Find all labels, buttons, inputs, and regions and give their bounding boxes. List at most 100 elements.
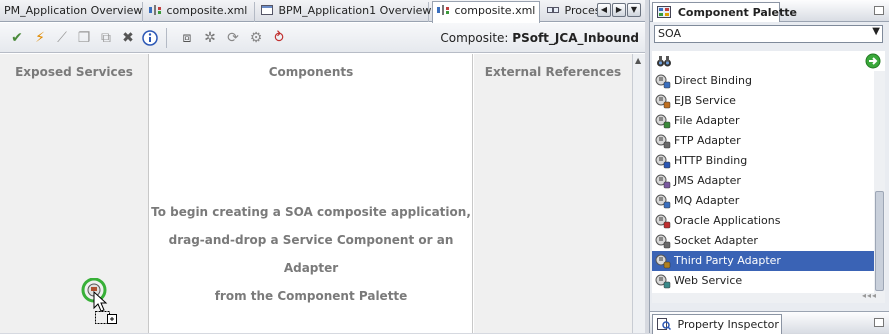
tab-label: BPM_Application1 Overview: [278, 4, 432, 17]
exposed-services-header: Exposed Services: [15, 65, 133, 79]
palette-item-label: Direct Binding: [674, 74, 752, 87]
binoculars-search-icon[interactable]: [656, 53, 672, 69]
palette-search-row: [652, 51, 885, 71]
third-party-adapter-icon: [655, 254, 671, 269]
composite-name-value: PSoft_JCA_Inbound: [512, 31, 639, 45]
palette-resize-grip[interactable]: ◂◂◂: [652, 291, 885, 303]
wire-icon[interactable]: ⟋: [53, 29, 71, 47]
oracle-applications-icon: [655, 214, 671, 229]
component-palette-title: Component Palette: [677, 6, 797, 19]
settings-icon[interactable]: ⚙: [247, 29, 265, 47]
web-service-icon: [655, 274, 671, 289]
composite-file-icon: [149, 5, 161, 15]
process-icon: [547, 7, 559, 13]
component-palette-tab[interactable]: Component Palette: [652, 2, 797, 22]
palette-item[interactable]: Socket Adapter: [652, 231, 874, 251]
ftp-adapter-icon: [655, 134, 671, 149]
go-arrow-icon[interactable]: [865, 53, 881, 69]
tab-label: composite.xml: [454, 4, 536, 17]
palette-item-label: Oracle Applications: [674, 214, 781, 227]
tab-list-dropdown-button[interactable]: ▼: [627, 3, 641, 17]
palette-item[interactable]: Oracle Applications: [652, 211, 874, 231]
palette-item[interactable]: File Adapter: [652, 111, 874, 131]
layout-icon[interactable]: ✲: [201, 29, 219, 47]
test-icon[interactable]: ⧈: [178, 29, 196, 47]
palette-item-label: Web Service: [674, 274, 743, 287]
palette-item[interactable]: Third Party Adapter: [652, 251, 874, 271]
palette-item-label: Third Party Adapter: [674, 254, 781, 267]
palette-item-label: MQ Adapter: [674, 194, 740, 207]
tab-composite-xml-active[interactable]: composite.xml: [432, 1, 540, 23]
validate-icon[interactable]: ✔: [8, 29, 26, 47]
component-palette-panel: Component Palette SOA ▼ Direct Binding EJ…: [649, 0, 889, 334]
palette-category-value: SOA: [658, 27, 681, 40]
minimize-panel-button[interactable]: [874, 6, 884, 15]
palette-item-label: HTTP Binding: [674, 154, 748, 167]
tab-scroll-left-button[interactable]: ◀: [597, 3, 611, 17]
composite-name-label: Composite: PSoft_JCA_Inbound: [440, 31, 639, 45]
trace-icon[interactable]: ⥁: [270, 29, 288, 47]
property-inspector-titlebar: Property Inspector: [650, 311, 889, 334]
info-icon[interactable]: [141, 29, 159, 47]
tab-label: PM_Application Overview: [4, 4, 143, 17]
deploy-icon[interactable]: ⚡: [31, 29, 49, 47]
mq-adapter-icon: [655, 194, 671, 209]
hint-line: from the Component Palette: [214, 289, 408, 303]
palette-component-list: Direct Binding EJB Service File Adapter FTP…: [652, 71, 874, 293]
paste-icon[interactable]: ⧉: [97, 29, 115, 47]
palette-item[interactable]: JMS Adapter: [652, 171, 874, 191]
scroll-up-arrow-icon[interactable]: ▲: [635, 56, 641, 65]
editor-tab-bar: PM_Application Overview composite.xml BP…: [0, 0, 645, 23]
ejb-service-icon: [655, 94, 671, 109]
composite-file-icon: [437, 5, 449, 15]
palette-item[interactable]: EJB Service: [652, 91, 874, 111]
property-inspector-icon: [657, 318, 672, 331]
composite-toolbar: ✔ ⚡ ⟋ ❐ ⧉ ✖ ⧈ ✲ ⟳ ⚙ ⥁ Composite: PSoft_J…: [0, 23, 645, 53]
tab-label: composite.xml: [166, 4, 248, 17]
tab-bpm-application1-overview[interactable]: BPM_Application1 Overview: [257, 2, 432, 22]
canvas-vertical-scrollbar[interactable]: ▲: [632, 54, 645, 333]
tab-label: Proces: [564, 4, 598, 17]
hint-line: To begin creating a SOA composite applic…: [151, 205, 471, 219]
palette-item[interactable]: Direct Binding: [652, 71, 874, 91]
scrollbar-thumb[interactable]: [875, 191, 884, 291]
palette-item-label: Socket Adapter: [674, 234, 758, 247]
exposed-services-lane[interactable]: Exposed Services: [0, 54, 149, 333]
external-references-header: External References: [484, 65, 622, 79]
copy-icon[interactable]: ❐: [75, 29, 93, 47]
palette-item-label: JMS Adapter: [674, 174, 741, 187]
overview-icon: [261, 5, 273, 15]
composite-label-text: Composite:: [440, 31, 509, 45]
delete-icon[interactable]: ✖: [119, 29, 137, 47]
toolbar-separator: [166, 28, 167, 48]
tab-scroll-right-button[interactable]: ▶: [612, 3, 626, 17]
file-adapter-icon: [655, 114, 671, 129]
property-inspector-tab[interactable]: Property Inspector: [652, 314, 782, 334]
jms-adapter-icon: [655, 174, 671, 189]
palette-vertical-scrollbar[interactable]: [874, 71, 885, 293]
drag-drop-cursor-icon: [81, 278, 117, 324]
tab-process[interactable]: Proces: [543, 2, 597, 22]
property-inspector-title: Property Inspector: [677, 318, 779, 331]
palette-item[interactable]: MQ Adapter: [652, 191, 874, 211]
socket-adapter-icon: [655, 234, 671, 249]
minimize-panel-button[interactable]: [874, 318, 884, 327]
palette-item-label: FTP Adapter: [674, 134, 741, 147]
components-lane[interactable]: Components To begin creating a SOA compo…: [150, 54, 473, 333]
palette-item[interactable]: Web Service: [652, 271, 874, 291]
palette-item[interactable]: FTP Adapter: [652, 131, 874, 151]
palette-category-select[interactable]: SOA ▼: [654, 25, 883, 43]
refresh-icon[interactable]: ⟳: [224, 29, 242, 47]
component-palette-titlebar: Component Palette: [650, 0, 889, 22]
direct-binding-icon: [655, 74, 671, 89]
palette-item[interactable]: HTTP Binding: [652, 151, 874, 171]
external-references-lane[interactable]: External References: [474, 54, 632, 333]
tab-composite-xml-1[interactable]: composite.xml: [145, 2, 255, 22]
tab-pm-application-overview[interactable]: PM_Application Overview: [0, 2, 143, 22]
palette-item-label: EJB Service: [674, 94, 736, 107]
palette-item-label: File Adapter: [674, 114, 740, 127]
components-header: Components: [268, 65, 354, 79]
hint-line: drag-and-drop a Service Component or an …: [168, 233, 454, 275]
chevron-down-icon: ▼: [872, 26, 880, 37]
palette-icon: [657, 6, 671, 18]
